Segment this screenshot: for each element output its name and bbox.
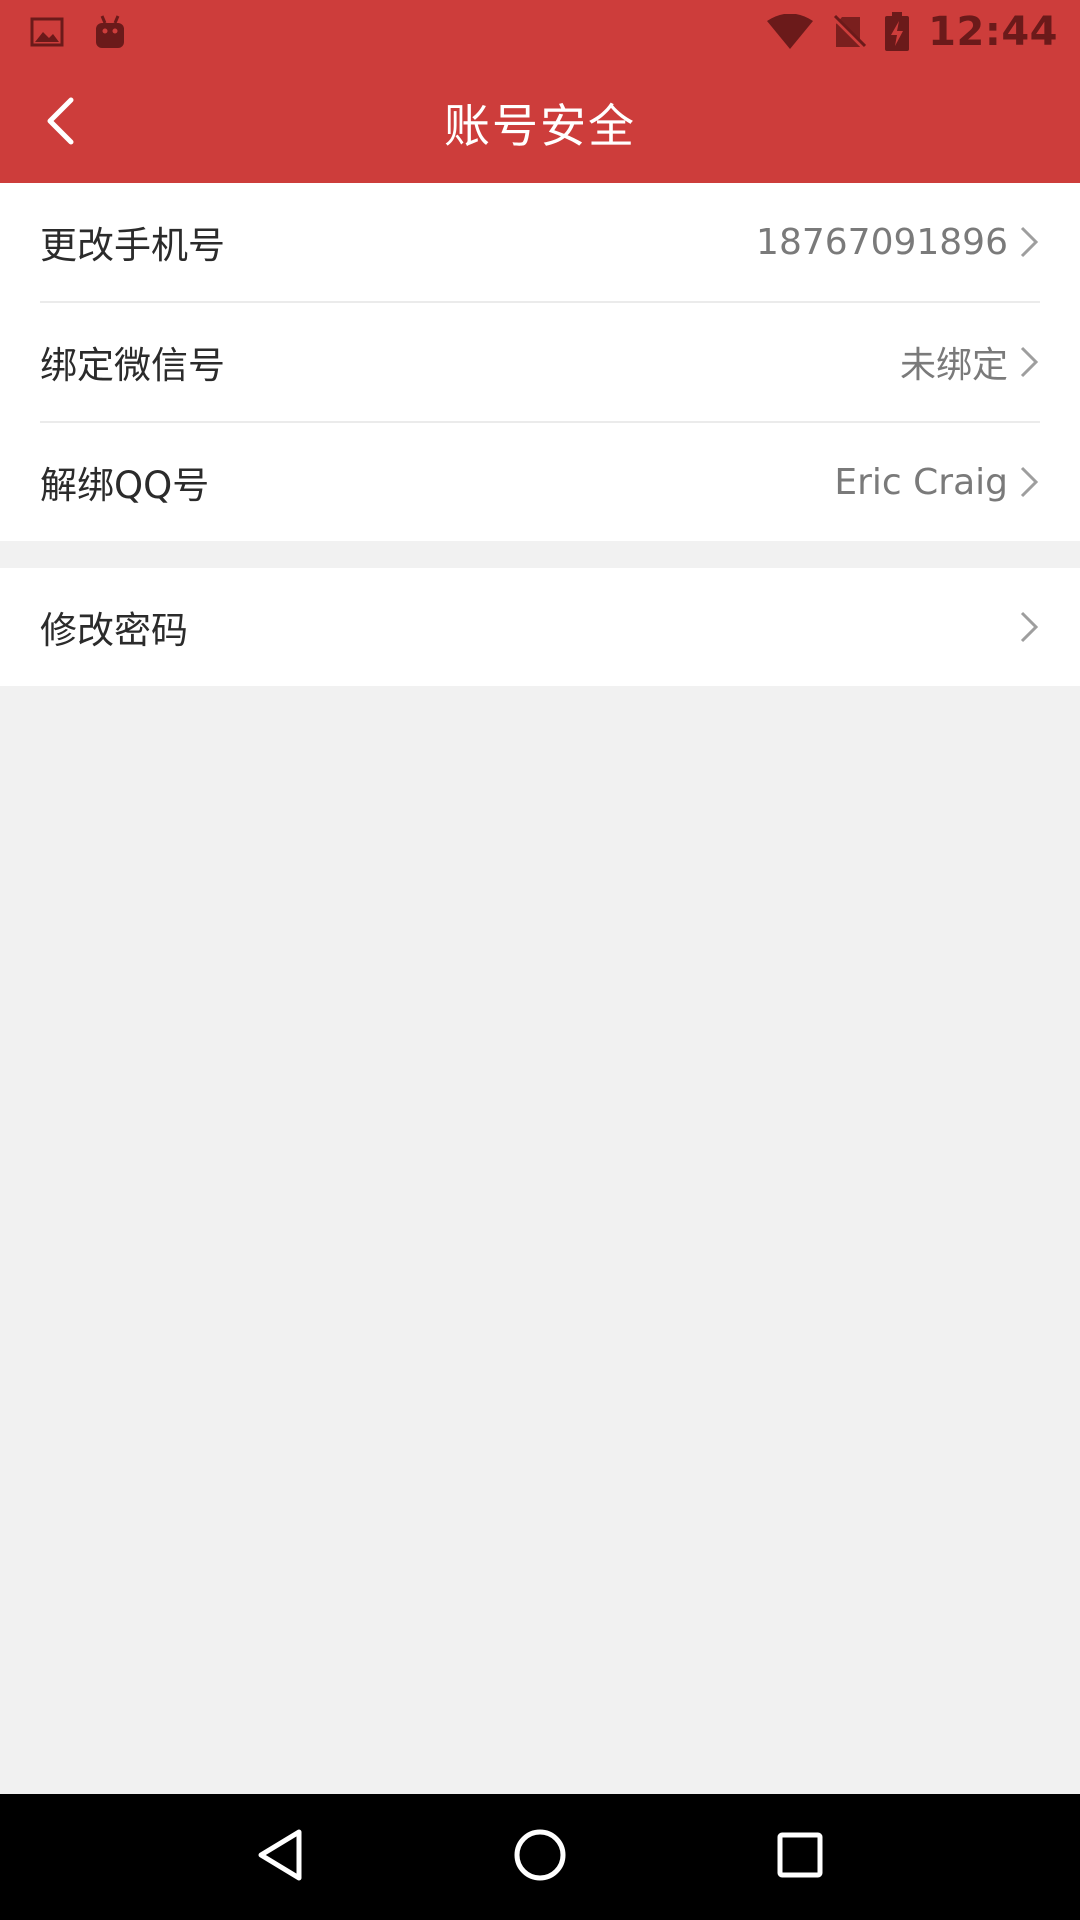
nav-home-button[interactable] xyxy=(495,1812,585,1902)
unbind-qq-label: 解绑QQ号 xyxy=(40,464,210,507)
status-left xyxy=(30,14,126,50)
wifi-icon xyxy=(766,13,814,50)
password-group: 修改密码 xyxy=(0,568,1080,686)
chevron-right-icon xyxy=(1018,609,1040,645)
phone-number-value: 18767091896 xyxy=(756,221,1008,263)
back-button[interactable] xyxy=(20,83,100,163)
home-circle-icon xyxy=(513,1828,567,1886)
change-phone-label: 更改手机号 xyxy=(40,224,225,267)
system-nav-bar xyxy=(0,1794,1080,1920)
no-sim-icon xyxy=(832,14,867,50)
nav-back-button[interactable] xyxy=(235,1812,325,1902)
row-right xyxy=(1018,609,1040,645)
unbind-qq-row[interactable]: 解绑QQ号 Eric Craig xyxy=(40,423,1040,541)
row-right: 未绑定 xyxy=(900,336,1040,388)
battery-charging-icon xyxy=(884,11,910,52)
status-bar: 12:44 xyxy=(0,0,1080,63)
gallery-icon xyxy=(30,17,64,47)
change-phone-row[interactable]: 更改手机号 18767091896 xyxy=(40,183,1040,303)
row-right: Eric Craig xyxy=(834,462,1040,503)
chevron-right-icon xyxy=(1018,344,1040,380)
bind-wechat-row[interactable]: 绑定微信号 未绑定 xyxy=(40,303,1040,423)
chevron-left-icon xyxy=(43,96,77,150)
row-right: 18767091896 xyxy=(756,222,1040,263)
app-bar: 账号安全 xyxy=(0,63,1080,183)
status-time: 12:44 xyxy=(928,8,1058,55)
page-title: 账号安全 xyxy=(444,99,636,153)
nav-recents-button[interactable] xyxy=(755,1812,845,1902)
wechat-status-value: 未绑定 xyxy=(899,345,1008,386)
recents-square-icon xyxy=(776,1831,824,1883)
back-triangle-icon xyxy=(255,1828,305,1886)
screen: 12:44 账号安全 更改手机号 18767091896 绑定微信号 未绑定 解… xyxy=(0,0,1080,1920)
status-right: 12:44 xyxy=(766,9,1058,55)
change-password-label: 修改密码 xyxy=(40,609,188,652)
chevron-right-icon xyxy=(1018,464,1040,500)
bind-wechat-label: 绑定微信号 xyxy=(40,344,225,387)
android-debug-icon xyxy=(94,14,126,50)
account-settings-group: 更改手机号 18767091896 绑定微信号 未绑定 解绑QQ号 Eric C… xyxy=(0,183,1080,541)
chevron-right-icon xyxy=(1018,224,1040,260)
qq-account-value: Eric Craig xyxy=(834,461,1008,503)
change-password-row[interactable]: 修改密码 xyxy=(40,568,1040,686)
